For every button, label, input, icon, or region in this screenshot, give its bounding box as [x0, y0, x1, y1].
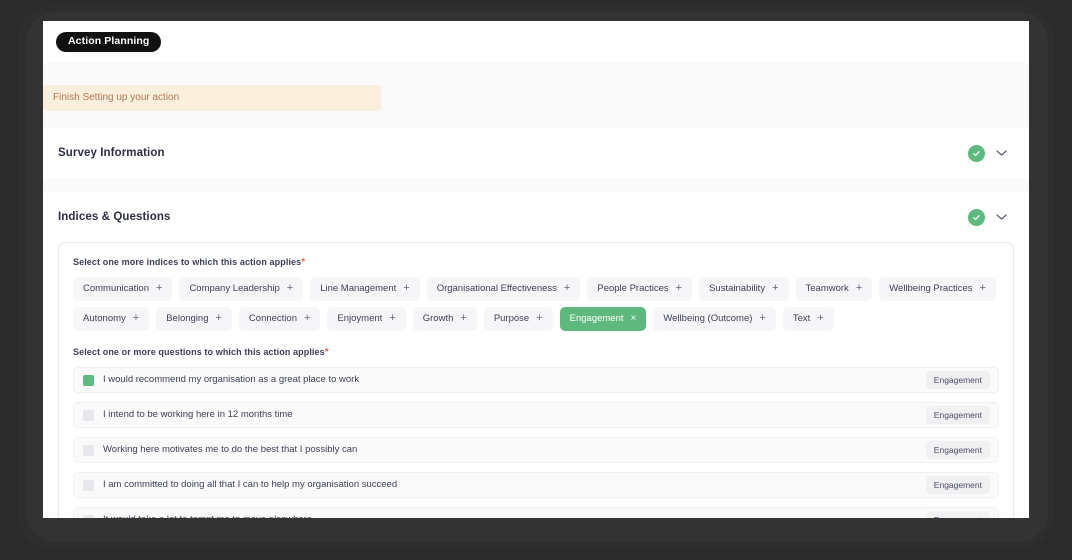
question-index-badge: Engagement — [925, 405, 990, 425]
index-chip-label: People Practices — [597, 282, 669, 294]
index-chip-label: Engagement — [569, 312, 624, 324]
index-chip[interactable]: Sustainability + — [699, 277, 789, 301]
chevron-down-icon[interactable] — [996, 208, 1007, 226]
top-bar: Action Planning — [43, 21, 1029, 63]
index-chip[interactable]: Engagement × — [559, 307, 647, 331]
question-index-badge: Engagement — [925, 475, 990, 495]
question-checkbox[interactable] — [83, 374, 94, 386]
plus-icon[interactable]: + — [772, 283, 778, 294]
question-checkbox[interactable] — [83, 514, 94, 518]
indices-chip-list: Communication + Company Leadership + Line Ma… — [73, 277, 999, 331]
section-header-controls — [968, 208, 1007, 226]
question-checkbox[interactable] — [83, 479, 94, 491]
index-chip-label: Wellbeing Practices — [889, 282, 973, 294]
questions-field-label: Select one or more questions to which th… — [73, 347, 999, 358]
separator-band — [43, 63, 1029, 77]
index-chip[interactable]: Purpose + — [483, 307, 553, 331]
question-list: I would recommend my organisation as a g… — [73, 367, 999, 518]
required-marker: * — [324, 347, 329, 358]
question-index-badge: Engagement — [925, 370, 990, 390]
check-circle-icon — [968, 208, 985, 226]
section-header-survey-information[interactable]: Survey Information — [43, 128, 1029, 178]
app-page: Action Planning Finish Setting up your a… — [43, 21, 1029, 518]
plus-icon[interactable]: + — [460, 313, 466, 324]
separator-band — [43, 119, 1029, 128]
question-row[interactable]: I intend to be working here in 12 months… — [73, 402, 999, 428]
plus-icon[interactable]: + — [403, 283, 409, 294]
question-checkbox[interactable] — [83, 444, 94, 456]
notice-banner-area: Finish Setting up your action — [43, 77, 1029, 119]
check-circle-icon — [968, 144, 985, 162]
index-chip-label: Autonomy — [83, 312, 126, 324]
index-chip-label: Organisational Effectiveness — [436, 282, 557, 294]
index-chip[interactable]: Connection + — [238, 307, 321, 331]
breadcrumb[interactable]: Action Planning — [56, 32, 162, 52]
question-row[interactable]: I would recommend my organisation as a g… — [73, 367, 999, 393]
index-chip-label: Purpose — [493, 312, 530, 324]
index-chip-label: Wellbeing (Outcome) — [663, 312, 753, 324]
index-chip-label: Communication — [83, 282, 149, 294]
index-chip[interactable]: Growth + — [412, 307, 477, 331]
index-chip[interactable]: Belonging + — [156, 307, 232, 331]
index-chip-label: Connection — [248, 312, 297, 324]
indices-questions-card: Select one more indices to which this ac… — [58, 242, 1014, 518]
question-text: It would take a lot to tempt me to move … — [103, 515, 312, 518]
section-header-controls — [968, 144, 1007, 162]
indices-field-label: Select one more indices to which this ac… — [73, 257, 999, 268]
plus-icon[interactable]: + — [980, 283, 986, 294]
close-icon[interactable]: × — [631, 313, 637, 324]
section-title: Indices & Questions — [58, 211, 171, 223]
index-chip-label: Teamwork — [805, 282, 849, 294]
plus-icon[interactable]: + — [389, 313, 395, 324]
chevron-down-icon[interactable] — [996, 144, 1007, 162]
index-chip-label: Line Management — [320, 282, 397, 294]
question-text: I would recommend my organisation as a g… — [103, 374, 360, 386]
question-row[interactable]: Working here motivates me to do the best… — [73, 437, 999, 463]
plus-icon[interactable]: + — [676, 283, 682, 294]
index-chip-label: Growth — [422, 312, 454, 324]
indices-label-text: Select one more indices to which this ac… — [73, 257, 302, 267]
index-chip-label: Company Leadership — [189, 282, 280, 294]
question-index-badge: Engagement — [925, 510, 990, 518]
separator-band — [43, 178, 1029, 192]
index-chip-label: Sustainability — [709, 282, 766, 294]
question-row[interactable]: I am committed to doing all that I can t… — [73, 472, 999, 498]
question-text: I intend to be working here in 12 months… — [103, 409, 293, 421]
index-chip[interactable]: Enjoyment + — [327, 307, 406, 331]
status-banner: Finish Setting up your action — [43, 85, 381, 111]
section-header-indices-questions[interactable]: Indices & Questions — [43, 192, 1029, 242]
index-chip[interactable]: Wellbeing (Outcome) + — [653, 307, 776, 331]
plus-icon[interactable]: + — [536, 313, 542, 324]
question-text: I am committed to doing all that I can t… — [103, 479, 398, 491]
index-chip-label: Text — [792, 312, 811, 324]
question-text: Working here motivates me to do the best… — [103, 444, 358, 456]
required-marker: * — [301, 257, 306, 268]
section-title: Survey Information — [58, 147, 165, 159]
index-chip[interactable]: Wellbeing Practices + — [879, 277, 996, 301]
plus-icon[interactable]: + — [133, 313, 139, 324]
index-chip[interactable]: Teamwork + — [795, 277, 873, 301]
plus-icon[interactable]: + — [856, 283, 862, 294]
index-chip[interactable]: Line Management + — [310, 277, 420, 301]
plus-icon[interactable]: + — [564, 283, 570, 294]
index-chip-label: Enjoyment — [337, 312, 383, 324]
plus-icon[interactable]: + — [287, 283, 293, 294]
plus-icon[interactable]: + — [156, 283, 162, 294]
plus-icon[interactable]: + — [304, 313, 310, 324]
index-chip[interactable]: Organisational Effectiveness + — [426, 277, 581, 301]
index-chip[interactable]: Text + — [782, 307, 834, 331]
index-chip-label: Belonging — [166, 312, 209, 324]
index-chip[interactable]: People Practices + — [587, 277, 693, 301]
index-chip[interactable]: Company Leadership + — [179, 277, 304, 301]
index-chip[interactable]: Communication + — [73, 277, 173, 301]
questions-label-text: Select one or more questions to which th… — [73, 347, 325, 357]
index-chip[interactable]: Autonomy + — [73, 307, 150, 331]
question-index-badge: Engagement — [925, 440, 990, 460]
plus-icon[interactable]: + — [817, 313, 823, 324]
plus-icon[interactable]: + — [759, 313, 765, 324]
question-row[interactable]: It would take a lot to tempt me to move … — [73, 507, 999, 518]
plus-icon[interactable]: + — [215, 313, 221, 324]
question-checkbox[interactable] — [83, 409, 94, 421]
